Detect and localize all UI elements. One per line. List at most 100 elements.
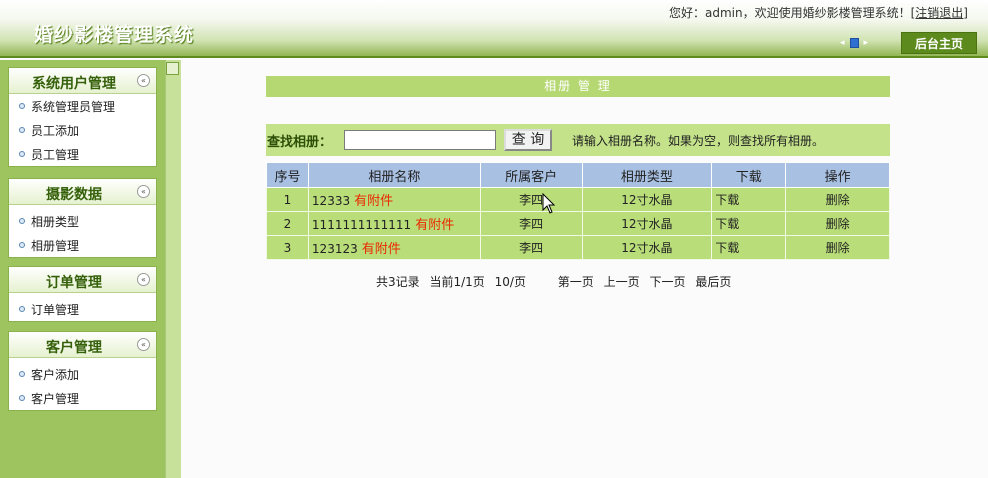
bullet-icon bbox=[19, 306, 25, 312]
arrow-left-icon[interactable]: ◂ bbox=[840, 38, 845, 48]
menu-group-customers: 客户管理 « 客户添加 客户管理 bbox=[8, 331, 157, 411]
table-row: 2 1111111111111 有附件 李四 12寸水晶 下载 删除 bbox=[266, 211, 890, 236]
sidebar-toggle-icon[interactable] bbox=[166, 62, 179, 75]
attachment-link[interactable]: 有附件 bbox=[362, 242, 401, 257]
delete-link[interactable]: 删除 bbox=[785, 235, 890, 260]
menu-group-title: 客户管理 bbox=[46, 340, 102, 356]
pager-per-page: 10/页 bbox=[494, 275, 526, 289]
sidebar-item-label: 订单管理 bbox=[31, 302, 80, 317]
sidebar-item-label: 系统管理员管理 bbox=[31, 99, 116, 114]
table-row: 3 123123 有附件 李四 12寸水晶 下载 删除 bbox=[266, 235, 890, 260]
collapse-icon[interactable]: « bbox=[137, 74, 150, 87]
album-table: 序号 相册名称 所属客户 相册类型 下载 操作 1 12333 有附件 李四 12… bbox=[266, 162, 890, 260]
pager-current: 当前1/1页 bbox=[429, 275, 485, 289]
sidebar-item-label: 客户添加 bbox=[31, 367, 80, 382]
section-title: 相册 管 理 bbox=[266, 76, 890, 97]
pager-next-link[interactable]: 下一页 bbox=[649, 275, 685, 289]
album-name: 12333 bbox=[311, 194, 351, 208]
column-header-index: 序号 bbox=[266, 162, 309, 188]
cell-customer: 李四 bbox=[479, 235, 583, 260]
column-header-action: 操作 bbox=[785, 162, 890, 188]
menu-group-header[interactable]: 系统用户管理 « bbox=[9, 68, 156, 94]
sidebar-splitter[interactable] bbox=[165, 60, 181, 478]
search-label: 查找相册： bbox=[267, 134, 333, 150]
attachment-link[interactable]: 有附件 bbox=[415, 218, 454, 233]
sidebar-item-label: 员工添加 bbox=[31, 123, 80, 138]
sidebar-item-album-type[interactable]: 相册类型 bbox=[9, 209, 156, 233]
sidebar-item-label: 员工管理 bbox=[31, 147, 80, 162]
menu-group-header[interactable]: 摄影数据 « bbox=[9, 179, 156, 205]
bullet-icon bbox=[19, 127, 25, 133]
cell-customer: 李四 bbox=[479, 211, 583, 236]
sidebar-item-admin-manage[interactable]: 系统管理员管理 bbox=[9, 94, 156, 118]
main-content: 相册 管 理 查找相册： 查 询 请输入相册名称。如果为空，则查找所有相册。 序… bbox=[182, 60, 988, 478]
album-name: 123123 bbox=[311, 242, 358, 256]
bullet-icon bbox=[19, 371, 25, 377]
menu-group-system-users: 系统用户管理 « 系统管理员管理 员工添加 员工管理 bbox=[8, 67, 157, 167]
sidebar-item-staff-add[interactable]: 员工添加 bbox=[9, 118, 156, 142]
search-input[interactable] bbox=[344, 130, 497, 150]
delete-link[interactable]: 删除 bbox=[785, 187, 890, 212]
column-header-download: 下载 bbox=[711, 162, 787, 188]
welcome-message: 您好：admin，欢迎使用婚纱影楼管理系统！ bbox=[669, 6, 911, 20]
search-button[interactable]: 查 询 bbox=[504, 129, 553, 151]
sidebar-item-label: 客户管理 bbox=[31, 391, 80, 406]
sidebar-item-staff-manage[interactable]: 员工管理 bbox=[9, 142, 156, 166]
attachment-link[interactable]: 有附件 bbox=[354, 194, 393, 209]
sidebar-item-label: 相册管理 bbox=[31, 238, 80, 253]
nav-arrows: ◂ ▸ bbox=[840, 38, 868, 48]
arrow-right-icon[interactable]: ▸ bbox=[864, 38, 869, 48]
column-header-name: 相册名称 bbox=[307, 162, 481, 188]
sidebar-item-customer-add[interactable]: 客户添加 bbox=[9, 362, 156, 386]
cell-index: 3 bbox=[266, 235, 309, 260]
home-button[interactable]: 后台主页 bbox=[901, 32, 977, 54]
cell-customer: 李四 bbox=[479, 187, 583, 212]
menu-group-header[interactable]: 订单管理 « bbox=[9, 267, 156, 293]
download-link[interactable]: 下载 bbox=[711, 187, 787, 212]
search-bar: 查找相册： 查 询 请输入相册名称。如果为空，则查找所有相册。 bbox=[266, 124, 890, 156]
pager-total: 共3记录 bbox=[376, 275, 420, 289]
cell-type: 12寸水晶 bbox=[581, 235, 713, 260]
bullet-icon bbox=[19, 242, 25, 248]
cell-name: 1111111111111 有附件 bbox=[307, 211, 481, 236]
menu-group-title: 系统用户管理 bbox=[32, 76, 116, 92]
logout-link[interactable]: [注销退出] bbox=[911, 6, 968, 20]
sidebar-item-album-manage[interactable]: 相册管理 bbox=[9, 233, 156, 257]
sidebar-item-label: 相册类型 bbox=[31, 214, 80, 229]
download-link[interactable]: 下载 bbox=[711, 211, 787, 236]
bullet-icon bbox=[19, 103, 25, 109]
collapse-icon[interactable]: « bbox=[137, 185, 150, 198]
bullet-icon bbox=[19, 218, 25, 224]
bullet-icon bbox=[19, 395, 25, 401]
menu-group-orders: 订单管理 « 订单管理 bbox=[8, 266, 157, 322]
table-row: 1 12333 有附件 李四 12寸水晶 下载 删除 bbox=[266, 187, 890, 212]
cell-type: 12寸水晶 bbox=[581, 187, 713, 212]
menu-group-title: 订单管理 bbox=[46, 275, 102, 291]
sidebar-item-order-manage[interactable]: 订单管理 bbox=[9, 297, 156, 321]
page-icon[interactable] bbox=[849, 38, 859, 48]
cell-name: 123123 有附件 bbox=[307, 235, 481, 260]
welcome-text: 您好：admin，欢迎使用婚纱影楼管理系统！[注销退出] bbox=[669, 4, 968, 21]
delete-link[interactable]: 删除 bbox=[785, 211, 890, 236]
column-header-type: 相册类型 bbox=[581, 162, 713, 188]
pager-last-link[interactable]: 最后页 bbox=[695, 275, 731, 289]
menu-group-title: 摄影数据 bbox=[46, 187, 102, 203]
sidebar-item-customer-manage[interactable]: 客户管理 bbox=[9, 386, 156, 410]
menu-group-header[interactable]: 客户管理 « bbox=[9, 332, 156, 358]
app-title: 婚纱影楼管理系统 bbox=[34, 24, 195, 46]
cell-name: 12333 有附件 bbox=[307, 187, 481, 212]
column-header-customer: 所属客户 bbox=[479, 162, 583, 188]
cell-type: 12寸水晶 bbox=[581, 211, 713, 236]
pager-prev-link[interactable]: 上一页 bbox=[604, 275, 640, 289]
collapse-icon[interactable]: « bbox=[137, 338, 150, 351]
menu-group-photo-data: 摄影数据 « 相册类型 相册管理 bbox=[8, 178, 157, 258]
download-link[interactable]: 下载 bbox=[711, 235, 787, 260]
bullet-icon bbox=[19, 151, 25, 157]
mouse-cursor-icon bbox=[542, 193, 556, 214]
collapse-icon[interactable]: « bbox=[137, 273, 150, 286]
cell-index: 2 bbox=[266, 211, 309, 236]
pager-first-link[interactable]: 第一页 bbox=[558, 275, 594, 289]
cell-index: 1 bbox=[266, 187, 309, 212]
search-hint: 请输入相册名称。如果为空，则查找所有相册。 bbox=[572, 133, 825, 148]
pager: 共3记录 当前1/1页 10/页 第一页 上一页 下一页 最后页 bbox=[376, 273, 737, 290]
